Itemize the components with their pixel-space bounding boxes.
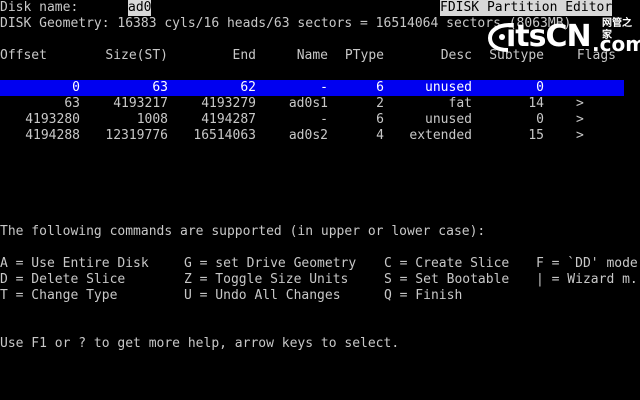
cell-name: ad0s2 xyxy=(288,128,328,143)
disk-name-label: Disk name: xyxy=(0,0,79,15)
col-desc-header: Desc xyxy=(440,48,472,63)
command-set-bootable[interactable]: S = Set Bootable xyxy=(384,272,509,288)
cell-end: 16514063 xyxy=(193,128,256,143)
cell-subtype: 0 xyxy=(536,112,544,127)
command-finish[interactable]: Q = Finish xyxy=(384,288,462,304)
cell-flags: > xyxy=(576,112,584,127)
cell-ptype: 2 xyxy=(376,96,384,111)
cell-offset: 4194288 xyxy=(25,128,80,143)
command-set-geometry[interactable]: G = set Drive Geometry xyxy=(184,256,356,272)
cell-size: 12319776 xyxy=(105,128,168,143)
commands-intro: The following commands are supported (in… xyxy=(0,224,486,239)
cell-ptype: 4 xyxy=(376,128,384,143)
cell-ptype: 6 xyxy=(376,112,384,127)
command-undo-all[interactable]: U = Undo All Changes xyxy=(184,288,341,304)
cell-desc: unused xyxy=(425,112,472,127)
page-title: FDISK Partition Editor xyxy=(440,0,613,16)
cell-flags: > xyxy=(576,96,584,111)
cell-desc: unused xyxy=(425,80,472,95)
command-create-slice[interactable]: C = Create Slice xyxy=(384,256,509,272)
col-size-header: Size(ST) xyxy=(105,48,168,63)
cell-offset: 63 xyxy=(64,96,80,111)
command-dd-mode[interactable]: F = `DD' mode xyxy=(536,256,638,272)
cell-size: 63 xyxy=(152,80,168,95)
cell-subtype: 0 xyxy=(536,80,544,95)
cell-offset: 4193280 xyxy=(25,112,80,127)
cell-desc: fat xyxy=(448,96,472,111)
cell-flags: > xyxy=(576,128,584,143)
col-ptype-header: PType xyxy=(344,48,384,63)
cell-name: ad0s1 xyxy=(288,96,328,111)
command-use-entire-disk[interactable]: A = Use Entire Disk xyxy=(0,256,149,272)
cell-subtype: 14 xyxy=(528,96,544,111)
partition-row[interactable]: 4194288 12319776 16514063 ad0s2 4 extend… xyxy=(0,128,640,144)
col-end-header: End xyxy=(232,48,256,63)
watermark-com: .com xyxy=(592,32,640,56)
cell-end: 4193279 xyxy=(201,96,256,111)
command-change-type[interactable]: T = Change Type xyxy=(0,288,117,304)
cell-name: - xyxy=(320,80,328,95)
watermark-main: itsCN xyxy=(506,19,592,54)
help-text: Use F1 or ? to get more help, arrow keys… xyxy=(0,336,400,351)
col-name-header: Name xyxy=(296,48,328,63)
disk-name-value: ad0 xyxy=(128,0,152,16)
cell-size: 1008 xyxy=(136,112,168,127)
partition-row[interactable]: 63 4193217 4193279 ad0s1 2 fat 14 > xyxy=(0,96,640,112)
disk-geometry: DISK Geometry: 16383 cyls/16 heads/63 se… xyxy=(0,16,572,31)
cell-desc: extended xyxy=(409,128,472,143)
cell-ptype: 6 xyxy=(376,80,384,95)
cell-size: 4193217 xyxy=(113,96,168,111)
cell-end: 62 xyxy=(240,80,256,95)
cell-end: 4194287 xyxy=(201,112,256,127)
cell-offset: 0 xyxy=(72,80,80,95)
partition-row[interactable]: 0 63 62 - 6 unused 0 xyxy=(0,80,640,96)
command-toggle-size-units[interactable]: Z = Toggle Size Units xyxy=(184,272,348,288)
watermark-logo: itsCN 网管之家 .com xyxy=(488,18,640,58)
col-offset-header: Offset xyxy=(0,48,47,63)
cell-subtype: 15 xyxy=(528,128,544,143)
command-wizard-mode[interactable]: | = Wizard m. xyxy=(536,272,638,288)
cell-name: - xyxy=(320,112,328,127)
partition-row[interactable]: 4193280 1008 4194287 - 6 unused 0 > xyxy=(0,112,640,128)
command-delete-slice[interactable]: D = Delete Slice xyxy=(0,272,125,288)
